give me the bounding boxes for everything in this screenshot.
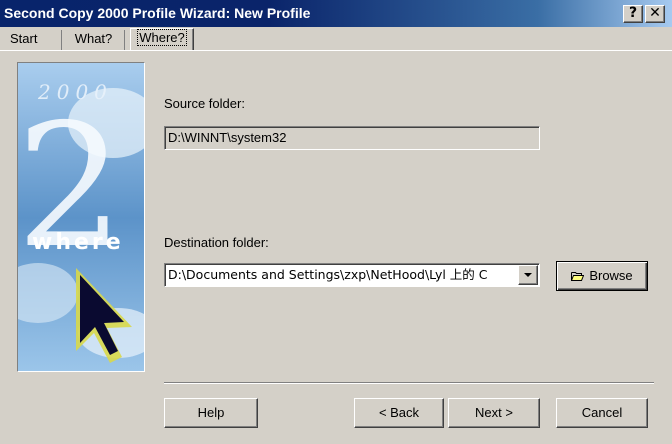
wizard-banner-image: 2000 2 where [17,62,145,372]
close-icon: ✕ [649,5,661,21]
next-button-label: Next > [475,405,513,420]
source-folder-label: Source folder: [164,96,245,111]
help-title-button[interactable]: ? [623,5,643,23]
folder-open-icon [571,263,585,281]
tab-start[interactable]: Start [2,30,62,51]
help-button[interactable]: Help [164,398,258,428]
close-button[interactable]: ✕ [645,5,665,23]
tab-what-label: What? [74,31,113,46]
button-separator [164,382,654,384]
back-button-label: < Back [378,405,420,420]
browse-button[interactable]: Browse [556,261,648,291]
cancel-button[interactable]: Cancel [556,398,648,428]
cancel-button-label: Cancel [581,405,623,420]
tab-where[interactable]: Where? [130,28,194,51]
help-icon: ? [628,5,638,21]
next-button[interactable]: Next > [448,398,540,428]
destination-folder-combo[interactable]: D:\Documents and Settings\zxp\NetHood\Ly… [164,263,540,287]
tab-start-label: Start [10,31,38,46]
destination-folder-value[interactable]: D:\Documents and Settings\zxp\NetHood\Ly… [168,264,488,286]
chevron-down-icon[interactable] [518,265,538,285]
tab-divider [0,50,672,51]
banner-numeral: 2 [18,88,124,286]
wizard-tabs: Start What? Where? [0,27,672,51]
tab-where-label: Where? [137,29,187,46]
browse-button-label: Browse [589,268,633,283]
window-title: Second Copy 2000 Profile Wizard: New Pro… [4,5,311,21]
back-button[interactable]: < Back [354,398,444,428]
title-bar: Second Copy 2000 Profile Wizard: New Pro… [0,0,672,27]
source-folder-field: D:\WINNT\system32 [164,126,540,150]
tab-what[interactable]: What? [63,30,125,51]
destination-folder-label: Destination folder: [164,235,269,250]
help-button-label: Help [197,405,225,420]
banner-word: where [32,230,124,255]
banner-graphic: 2000 2 where [18,63,144,371]
